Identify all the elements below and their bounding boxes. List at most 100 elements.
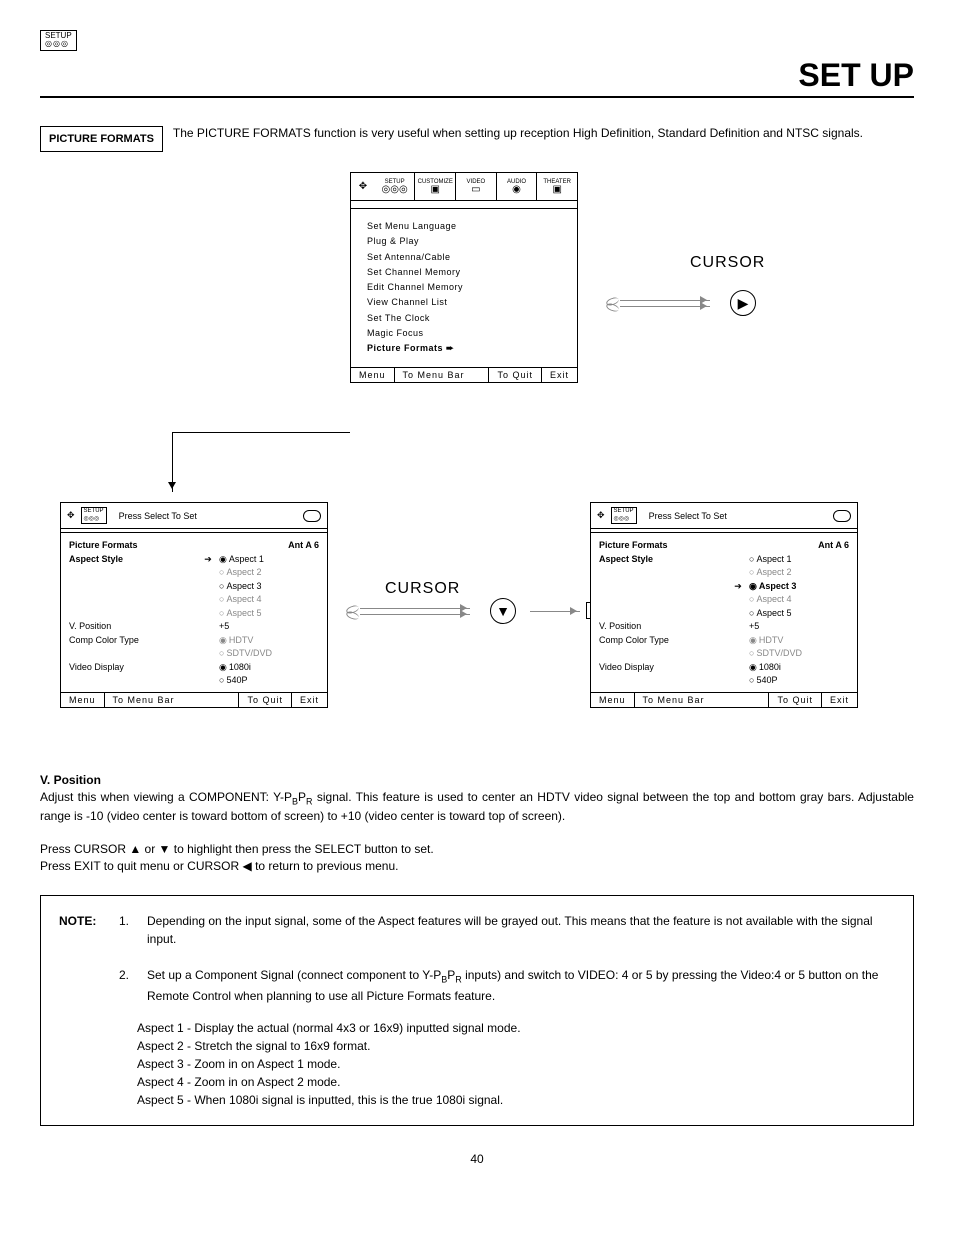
note-2-text: Set up a Component Signal (connect compo… (147, 966, 895, 1005)
menu-item[interactable]: Edit Channel Memory (367, 280, 561, 295)
arrow-line (620, 306, 710, 307)
menu-item[interactable]: Set Antenna/Cable (367, 250, 561, 265)
setup-mini-badge: SETUP◎◎◎ (81, 507, 107, 523)
aspect-option[interactable]: Aspect 2 (219, 566, 319, 580)
vid-option[interactable]: 540P (749, 674, 849, 688)
note-number: 2. (119, 966, 137, 1005)
footer-menu[interactable]: Menu (351, 368, 395, 382)
cursor-label: CURSOR (690, 254, 765, 272)
footer-menu[interactable]: Menu (61, 693, 105, 707)
menu-item-selected[interactable]: Picture Formats ➨ (367, 341, 561, 356)
arrow-line (360, 608, 470, 609)
aspect-option[interactable]: Aspect 1 (219, 553, 319, 567)
cursor-down-button[interactable]: ▼ (490, 598, 516, 624)
vid-option[interactable]: 1080i (219, 661, 319, 675)
aspect-option[interactable]: Aspect 2 (749, 566, 849, 580)
vpos-label: V. Position (599, 620, 729, 634)
aspect-desc: Aspect 1 - Display the actual (normal 4x… (137, 1019, 895, 1037)
move-icon: ✥ (597, 510, 605, 521)
arrow-line (360, 614, 470, 615)
aspect-desc: Aspect 3 - Zoom in on Aspect 1 mode. (137, 1055, 895, 1073)
vid-option[interactable]: 1080i (749, 661, 849, 675)
section-label: PICTURE FORMATS (40, 126, 163, 152)
tab-customize[interactable]: CUSTOMIZE▣ (415, 173, 456, 200)
sub-panel-header: ✥ SETUP◎◎◎ Press Select To Set (61, 503, 327, 529)
aspect-option[interactable]: Aspect 3 (219, 580, 319, 594)
footer-menu[interactable]: Menu (591, 693, 635, 707)
header-pill (833, 510, 851, 522)
color-label: Comp Color Type (69, 634, 199, 648)
color-option[interactable]: SDTV/DVD (219, 647, 319, 661)
note-text: Set up a Component Signal (connect compo… (147, 968, 441, 982)
menu-item[interactable]: Plug & Play (367, 234, 561, 249)
note-1-text: Depending on the input signal, some of t… (147, 912, 895, 948)
tab-setup[interactable]: SETUP◎◎◎ (375, 173, 416, 200)
divider (40, 96, 914, 98)
note-label: NOTE: (59, 912, 109, 948)
menu-item[interactable]: Set Channel Memory (367, 265, 561, 280)
footer-exit[interactable]: Exit (821, 693, 857, 707)
vpos-value[interactable]: +5 (219, 620, 319, 634)
aspect-option[interactable]: Aspect 5 (749, 607, 849, 621)
page-number: 40 (40, 1152, 914, 1166)
arrow-right-icon: ➨ (446, 343, 454, 353)
cursor-right-button[interactable]: ▶ (730, 290, 756, 316)
color-option[interactable]: SDTV/DVD (749, 647, 849, 661)
sub-ant: Ant A 6 (729, 539, 849, 553)
vpos-heading: V. Position (40, 773, 101, 787)
osd-sub-panel-left: ✥ SETUP◎◎◎ Press Select To Set Picture F… (60, 502, 328, 708)
setup-badge-dots: ◎◎◎ (45, 40, 72, 48)
cursor-label-2: CURSOR (385, 580, 460, 598)
arrow-line (620, 300, 710, 301)
vid-label: Video Display (69, 661, 199, 675)
footer-bar: To Menu Bar (643, 695, 705, 705)
menu-item[interactable]: Magic Focus (367, 326, 561, 341)
tab-audio[interactable]: AUDIO◉ (497, 173, 538, 200)
footer-exit[interactable]: Exit (291, 693, 327, 707)
osd-main-body: Set Menu Language Plug & Play Set Antenn… (351, 209, 577, 367)
arrow-line (530, 611, 580, 612)
footer-bar: To Menu Bar (403, 370, 465, 380)
tab-video[interactable]: VIDEO▭ (456, 173, 497, 200)
aspect-option[interactable]: Aspect 5 (219, 607, 319, 621)
color-option[interactable]: HDTV (749, 634, 849, 648)
menu-item[interactable]: Set Menu Language (367, 219, 561, 234)
tab-theater[interactable]: THEATER▣ (537, 173, 577, 200)
osd-tabs: ✥ SETUP◎◎◎ CUSTOMIZE▣ VIDEO▭ AUDIO◉ THEA… (351, 173, 577, 201)
vpos-text: P (298, 790, 306, 804)
move-icon: ✥ (67, 510, 75, 521)
instruction-1: Press CURSOR ▲ or ▼ to highlight then pr… (40, 842, 434, 856)
sub-panel-header: ✥ SETUP◎◎◎ Press Select To Set (591, 503, 857, 529)
setup-badge: SETUP ◎◎◎ (40, 30, 77, 51)
aspect-label: Aspect Style (599, 553, 729, 567)
aspect-label: Aspect Style (69, 553, 199, 567)
footer-quit: To Quit (488, 368, 541, 382)
pointer-icon (729, 580, 749, 594)
osd-main-panel: ✥ SETUP◎◎◎ CUSTOMIZE▣ VIDEO▭ AUDIO◉ THEA… (350, 172, 578, 383)
vid-option[interactable]: 540P (219, 674, 319, 688)
osd-main-footer: Menu To Menu Bar To Quit Exit (351, 367, 577, 382)
footer-exit[interactable]: Exit (541, 368, 577, 382)
aspect-option[interactable]: Aspect 1 (749, 553, 849, 567)
page-title: SET UP (40, 57, 914, 94)
aspect-option[interactable]: Aspect 4 (749, 593, 849, 607)
menu-item-selected-label: Picture Formats (367, 343, 443, 353)
setup-mini-badge: SETUP◎◎◎ (611, 507, 637, 523)
color-option[interactable]: HDTV (219, 634, 319, 648)
aspect-option[interactable]: Aspect 3 (749, 580, 849, 594)
aspect-option[interactable]: Aspect 4 (219, 593, 319, 607)
menu-item[interactable]: Set The Clock (367, 311, 561, 326)
sub-panel-prompt: Press Select To Set (649, 511, 727, 521)
vpos-value[interactable]: +5 (749, 620, 849, 634)
aspect-desc: Aspect 5 - When 1080i signal is inputted… (137, 1091, 895, 1109)
intro-text: The PICTURE FORMATS function is very use… (173, 126, 863, 140)
footer-quit: To Quit (768, 693, 821, 707)
instruction-2: Press EXIT to quit menu or CURSOR ◀ to r… (40, 859, 398, 873)
connector-line (172, 432, 350, 433)
menu-item[interactable]: View Channel List (367, 295, 561, 310)
vpos-text: Adjust this when viewing a COMPONENT: Y-… (40, 790, 292, 804)
vpos-section: V. Position Adjust this when viewing a C… (40, 772, 914, 875)
pointer-icon (199, 553, 219, 567)
note-number: 1. (119, 912, 137, 948)
sub-panel-footer: Menu To Menu Bar To Quit Exit (591, 692, 857, 707)
